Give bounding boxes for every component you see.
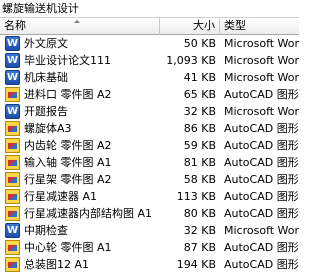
autocad-drawing-icon [5, 87, 20, 102]
file-size: 81 KB [183, 156, 216, 169]
file-row[interactable]: 中心轮 零件图 A1 87 KB AutoCAD 图形 [0, 239, 299, 256]
file-size: 86 KB [183, 122, 216, 135]
file-name: 外文原文 [24, 37, 68, 50]
file-size: 1,093 KB [166, 54, 216, 67]
file-row[interactable]: 进料口 零件图 A2 65 KB AutoCAD 图形 [0, 86, 299, 103]
file-type: Microsoft Word [224, 37, 299, 50]
file-type: AutoCAD 图形 [224, 173, 299, 186]
autocad-drawing-icon [5, 206, 20, 221]
file-type: AutoCAD 图形 [224, 258, 299, 271]
autocad-drawing-icon [5, 121, 20, 136]
file-name: 开题报告 [24, 105, 68, 118]
file-size: 194 KB [176, 258, 216, 271]
file-size: 80 KB [183, 207, 216, 220]
column-header-bar: 名称 大小 类型 [0, 17, 299, 35]
file-type: AutoCAD 图形 [224, 190, 299, 203]
column-header-name[interactable]: 名称 [0, 18, 160, 35]
file-size: 59 KB [183, 139, 216, 152]
file-name: 输入轴 零件图 A1 [24, 156, 112, 169]
file-name: 中期检查 [24, 224, 68, 237]
sort-ascending-icon [74, 20, 80, 23]
file-type: Microsoft Word [224, 105, 299, 118]
file-name: 中心轮 零件图 A1 [24, 241, 112, 254]
file-name: 行星减速器 A1 [24, 190, 98, 203]
file-size: 113 KB [176, 190, 216, 203]
file-list: 外文原文 50 KB Microsoft Word 毕业设计论文111 1,09… [0, 35, 299, 274]
file-name: 行星架 零件图 A2 [24, 173, 112, 186]
file-row[interactable]: 毕业设计论文111 1,093 KB Microsoft Word [0, 52, 299, 69]
file-name: 行星减速器内部结构图 A1 [24, 207, 153, 220]
file-type: AutoCAD 图形 [224, 122, 299, 135]
file-row[interactable]: 行星架 零件图 A2 58 KB AutoCAD 图形 [0, 171, 299, 188]
column-header-size[interactable]: 大小 [160, 18, 220, 35]
file-size: 32 KB [183, 105, 216, 118]
file-size: 50 KB [183, 37, 216, 50]
file-name: 毕业设计论文111 [24, 54, 111, 67]
file-size: 65 KB [183, 88, 216, 101]
folder-title: 螺旋输送机设计 [0, 0, 299, 17]
file-row[interactable]: 机床基础 41 KB Microsoft Word [0, 69, 299, 86]
file-type: Microsoft Word [224, 71, 299, 84]
word-doc-icon [5, 53, 20, 68]
file-type: AutoCAD 图形 [224, 241, 299, 254]
file-name: 机床基础 [24, 71, 68, 84]
autocad-drawing-icon [5, 240, 20, 255]
file-type: AutoCAD 图形 [224, 207, 299, 220]
autocad-drawing-icon [5, 189, 20, 204]
file-size: 87 KB [183, 241, 216, 254]
autocad-drawing-icon [5, 257, 20, 272]
file-row[interactable]: 中期检查 32 KB Microsoft Word [0, 222, 299, 239]
file-name: 内齿轮 零件图 A2 [24, 139, 112, 152]
file-row[interactable]: 外文原文 50 KB Microsoft Word [0, 35, 299, 52]
file-size: 32 KB [183, 224, 216, 237]
file-name: 进料口 零件图 A2 [24, 88, 112, 101]
file-name: 螺旋体A3 [24, 122, 72, 135]
file-row[interactable]: 开题报告 32 KB Microsoft Word [0, 103, 299, 120]
file-type: AutoCAD 图形 [224, 88, 299, 101]
autocad-drawing-icon [5, 138, 20, 153]
file-type: Microsoft Word [224, 224, 299, 237]
word-doc-icon [5, 70, 20, 85]
file-row[interactable]: 输入轴 零件图 A1 81 KB AutoCAD 图形 [0, 154, 299, 171]
autocad-drawing-icon [5, 155, 20, 170]
file-type: AutoCAD 图形 [224, 139, 299, 152]
column-header-name-label: 名称 [4, 19, 26, 32]
file-row[interactable]: 行星减速器 A1 113 KB AutoCAD 图形 [0, 188, 299, 205]
word-doc-icon [5, 223, 20, 238]
file-type: AutoCAD 图形 [224, 156, 299, 169]
column-header-type[interactable]: 类型 [220, 18, 299, 35]
file-row[interactable]: 内齿轮 零件图 A2 59 KB AutoCAD 图形 [0, 137, 299, 154]
file-row[interactable]: 螺旋体A3 86 KB AutoCAD 图形 [0, 120, 299, 137]
file-name: 总装图12 A1 [24, 258, 90, 271]
file-row[interactable]: 总装图12 A1 194 KB AutoCAD 图形 [0, 256, 299, 273]
file-size: 41 KB [183, 71, 216, 84]
file-type: Microsoft Word [224, 54, 299, 67]
file-size: 58 KB [183, 173, 216, 186]
file-row[interactable]: 行星减速器内部结构图 A1 80 KB AutoCAD 图形 [0, 205, 299, 222]
autocad-drawing-icon [5, 172, 20, 187]
file-explorer-window: 螺旋输送机设计 名称 大小 类型 外文原文 50 KB Microsoft Wo… [0, 0, 299, 274]
word-doc-icon [5, 36, 20, 51]
word-doc-icon [5, 104, 20, 119]
